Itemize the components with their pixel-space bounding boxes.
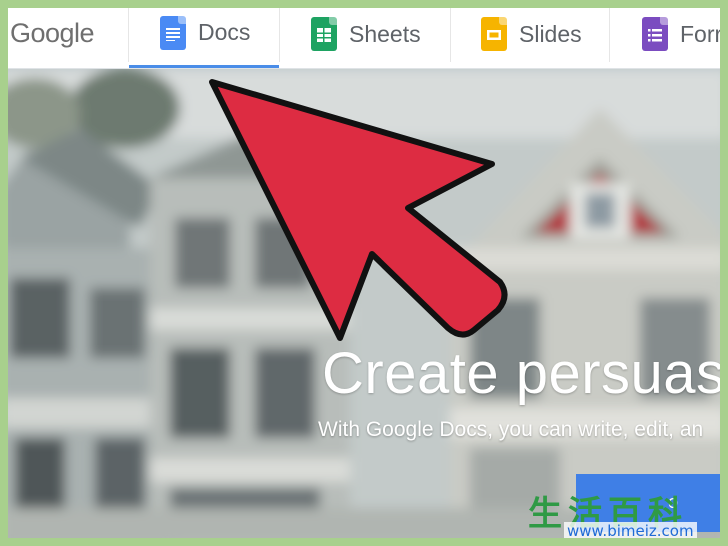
slides-icon bbox=[481, 17, 507, 51]
slides-frame-glyph bbox=[487, 30, 501, 40]
tab-sheets[interactable]: Sheets bbox=[280, 0, 450, 68]
tab-docs[interactable]: Docs bbox=[129, 0, 279, 68]
sheets-icon bbox=[311, 17, 337, 51]
tab-forms-label: Forr bbox=[680, 20, 723, 47]
docs-icon bbox=[160, 15, 186, 50]
tab-sheets-label: Sheets bbox=[349, 20, 421, 47]
forms-icon bbox=[642, 17, 668, 51]
hero-subtitle: With Google Docs, you can write, edit, a… bbox=[318, 418, 704, 441]
google-logo[interactable]: Google bbox=[10, 18, 95, 49]
sheets-grid-glyph bbox=[317, 28, 331, 42]
hero-title: Create persuas bbox=[322, 341, 726, 406]
tab-slides[interactable]: Slides bbox=[451, 0, 609, 68]
tab-slides-label: Slides bbox=[519, 20, 582, 47]
watermark-url: www.bimeiz.com bbox=[564, 522, 697, 540]
tab-forms[interactable]: Forr bbox=[610, 0, 728, 68]
watermark: 生活百科 www.bimeiz.com bbox=[528, 486, 728, 546]
docs-lines-glyph bbox=[166, 27, 180, 41]
forms-list-glyph bbox=[648, 29, 662, 42]
tab-docs-label: Docs bbox=[198, 19, 251, 45]
product-nav-bar: Google Docs Sheets Slides Forr bbox=[0, 0, 728, 69]
